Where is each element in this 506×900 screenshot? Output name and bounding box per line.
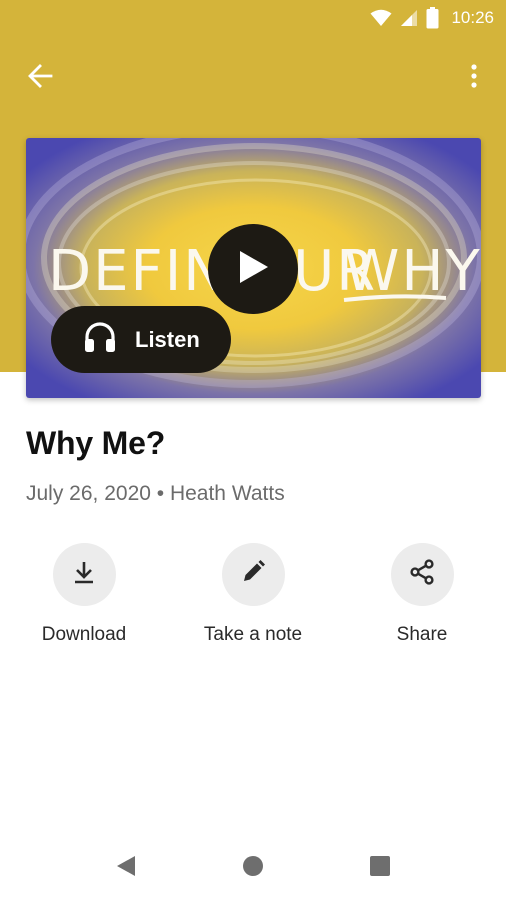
download-button[interactable] — [52, 543, 116, 606]
episode-meta: July 26, 2020 • Heath Watts — [26, 482, 285, 505]
status-bar: 10:26 — [0, 0, 506, 36]
status-time: 10:26 — [451, 8, 494, 27]
nav-home-button[interactable] — [233, 848, 273, 888]
nav-recents-button[interactable] — [360, 848, 400, 888]
headphones-icon — [83, 321, 117, 358]
more-vertical-icon — [470, 63, 478, 94]
share-action[interactable]: Share — [352, 543, 492, 646]
nav-back-icon — [115, 854, 137, 883]
play-icon — [236, 249, 270, 290]
system-nav-bar — [0, 836, 506, 900]
wifi-icon — [370, 9, 392, 27]
episode-artwork: DEFINE YOUR WHY Listen — [26, 138, 481, 398]
episode-title: Why Me? — [26, 425, 166, 461]
back-button[interactable] — [18, 56, 62, 100]
share-icon — [408, 558, 436, 591]
take-note-button[interactable] — [221, 543, 285, 606]
cell-signal-icon — [400, 9, 418, 27]
pencil-icon — [240, 559, 266, 590]
listen-button[interactable]: Listen — [51, 306, 231, 373]
action-row: Download Take a note Share — [0, 543, 506, 653]
nav-recents-icon — [369, 855, 391, 882]
download-action[interactable]: Download — [14, 543, 154, 646]
listen-label: Listen — [135, 326, 200, 352]
take-note-action[interactable]: Take a note — [183, 543, 323, 646]
more-options-button[interactable] — [454, 56, 494, 100]
play-button[interactable] — [208, 224, 298, 314]
download-label: Download — [41, 624, 127, 645]
arrow-left-icon — [27, 63, 53, 94]
artwork-word-3: WHY — [344, 239, 481, 304]
share-button[interactable] — [390, 543, 454, 606]
take-note-label: Take a note — [203, 624, 303, 645]
nav-back-button[interactable] — [106, 848, 146, 888]
download-icon — [71, 559, 97, 590]
app-bar — [0, 50, 506, 98]
nav-home-icon — [242, 855, 264, 882]
share-label: Share — [396, 624, 448, 645]
battery-icon — [426, 7, 439, 29]
